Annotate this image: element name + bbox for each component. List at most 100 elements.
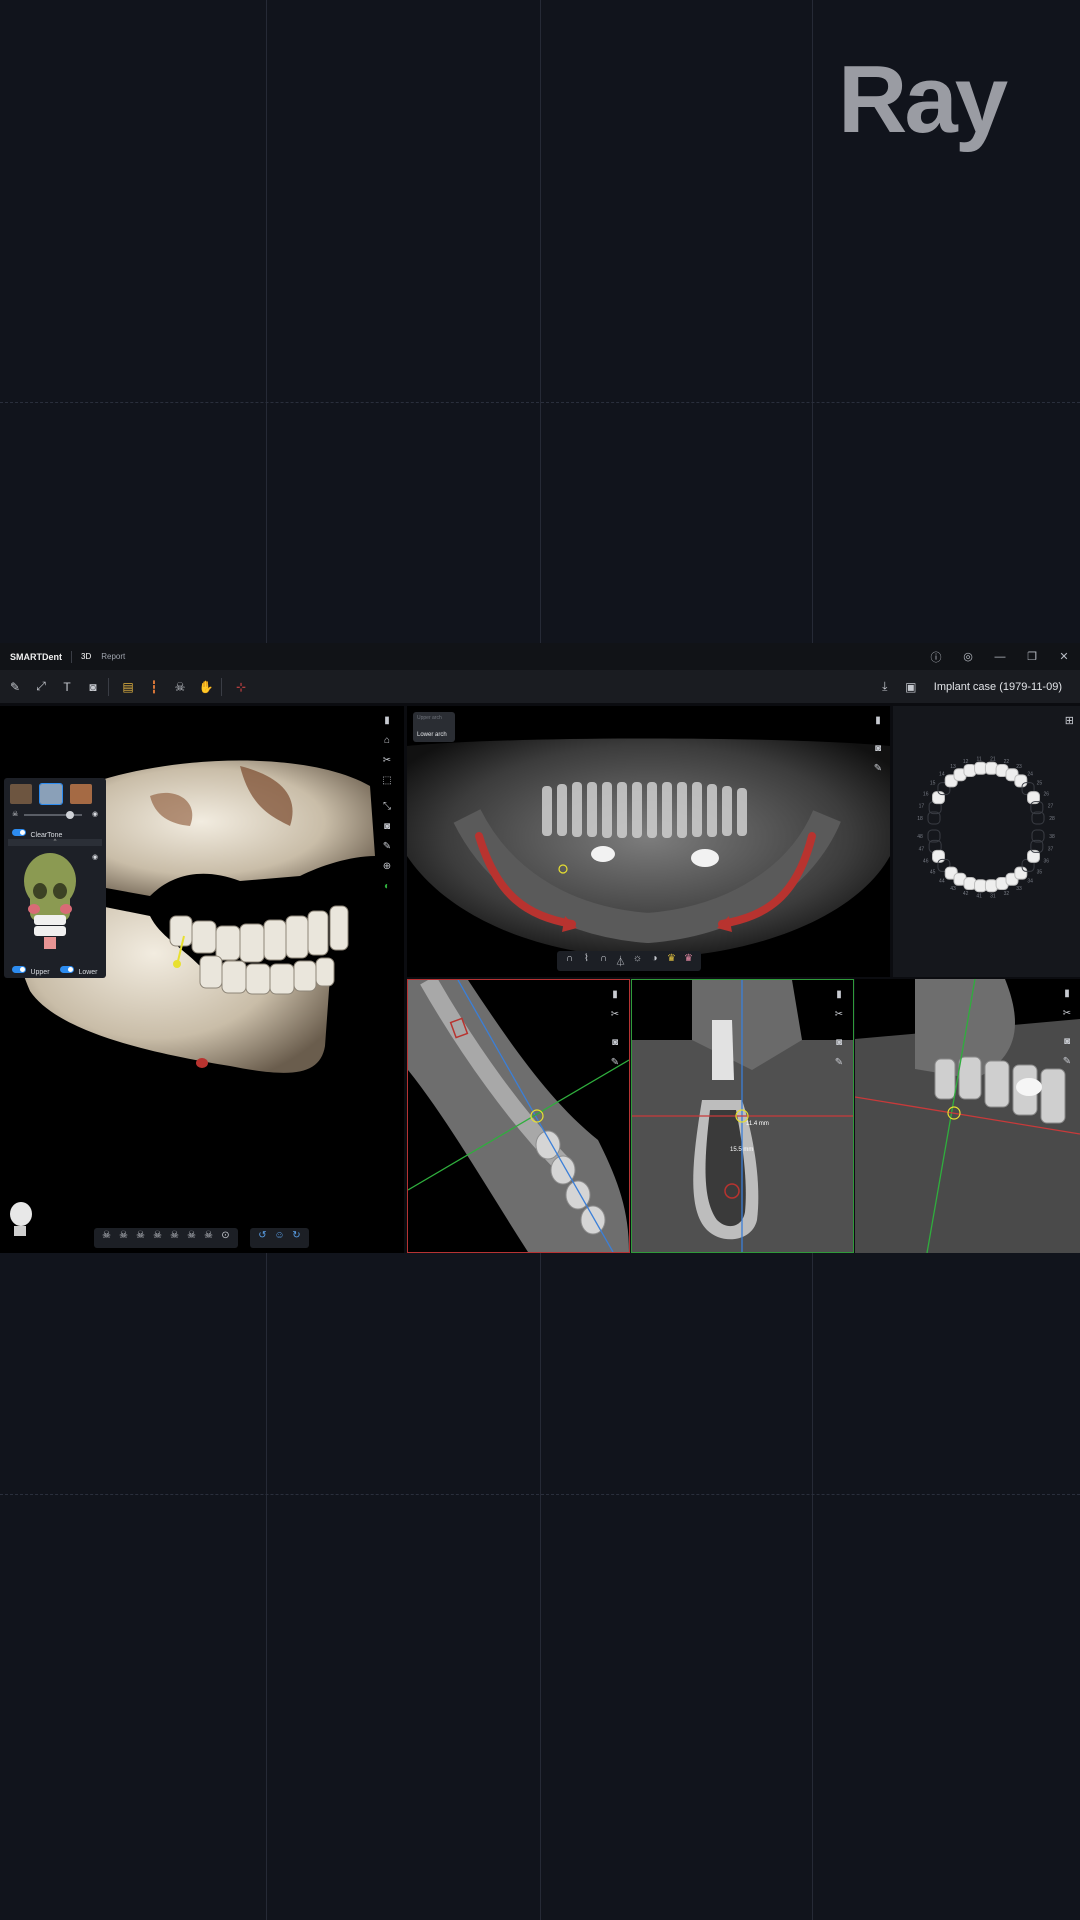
preset-skull-6-icon[interactable]: ☠ [183, 1230, 200, 1246]
cut-icon[interactable]: ✂ [1058, 1005, 1076, 1023]
rotate-right-icon[interactable]: ↻ [288, 1230, 305, 1246]
axial-view[interactable]: ▮ ✂ ◙ ✎ [855, 979, 1080, 1253]
tooth-34[interactable] [1014, 866, 1028, 880]
view-3d[interactable]: ☠ ◉ ClearTone ^ ◉ Upper Lower ▮ ⌂ ✂ ⬚ ⤡ … [0, 706, 404, 1253]
implant-icon[interactable]: ▮ [830, 986, 848, 1004]
tooth-pink-icon[interactable]: ♛ [680, 953, 697, 969]
tooth-number: 44 [939, 879, 945, 885]
camera-icon[interactable]: ◙ [830, 1034, 848, 1052]
implant-icon[interactable]: ▮ [378, 712, 396, 730]
camera-icon[interactable]: ◙ [82, 676, 104, 698]
camera-icon[interactable]: ◙ [1058, 1033, 1076, 1051]
preset-skull-2-icon[interactable]: ☠ [115, 1230, 132, 1246]
upper-toggle[interactable] [12, 966, 26, 974]
preset-skull-3-icon[interactable]: ☠ [132, 1230, 149, 1246]
rotate-left-icon[interactable]: ↺ [254, 1230, 271, 1246]
cut-icon[interactable]: ✂ [830, 1006, 848, 1024]
camera-icon[interactable]: ◙ [378, 818, 396, 836]
rotate-front-icon[interactable]: ☺ [271, 1230, 288, 1246]
fit-icon[interactable]: ⤡ [378, 798, 396, 816]
cut-icon[interactable]: ✂ [606, 1006, 624, 1024]
color-icon[interactable]: ┇ [143, 676, 165, 698]
tooth-chart: 18171615141312 11 21 22232425262728 4847464… [917, 756, 1055, 899]
main-toolbar: ✎ ⤢ T ◙ ▤ ┇ ☠ ✋ ⊹ ⤓ ▣ Implant case (1979… [0, 670, 1080, 703]
skull-icon[interactable]: ☠ [169, 676, 191, 698]
head-orientation-icon[interactable] [10, 1202, 36, 1238]
preset-thumb-1[interactable] [10, 784, 32, 804]
cross-section-view[interactable]: 11.4 mm 15.5 mm ▮ ✂ ◙ ✎ [631, 979, 854, 1253]
skull-map-icon[interactable] [20, 851, 80, 951]
tooth-number: 15 [930, 781, 936, 787]
preset-skull-5-icon[interactable]: ☠ [166, 1230, 183, 1246]
pen-icon[interactable]: ✎ [378, 838, 396, 856]
preset-reset-icon[interactable]: ⊙ [217, 1230, 234, 1246]
nerve-icon[interactable]: ⌇ [578, 953, 595, 969]
camera-icon[interactable]: ◙ [606, 1034, 624, 1052]
slider-thumb[interactable] [66, 811, 74, 819]
minimize-icon[interactable]: — [984, 651, 1016, 663]
measurement-label: 11.4 mm [746, 1121, 769, 1127]
title-bar: SMARTDent 3D Report ⓘ ◎ — ❐ ✕ [0, 643, 1080, 672]
select-icon[interactable]: ⬚ [378, 772, 396, 790]
restore-icon[interactable]: ❐ [1016, 650, 1048, 663]
brightness-icon[interactable]: ☼ [629, 953, 646, 969]
info-icon[interactable]: ⓘ [920, 649, 952, 665]
grid-line [0, 402, 1080, 403]
upper-arch-option[interactable]: Upper arch [417, 715, 442, 721]
arch-selector[interactable]: Upper arch Lower arch [413, 712, 455, 742]
preset-skull-4-icon[interactable]: ☠ [149, 1230, 166, 1246]
lower-arch-option[interactable]: Lower arch [417, 732, 447, 738]
lower-toggle[interactable] [59, 966, 74, 974]
collapse-bar[interactable]: ^ [8, 839, 102, 846]
tooth-number: 12 [963, 759, 969, 765]
tab-report[interactable]: Report [101, 648, 125, 665]
pen-icon[interactable]: ✎ [1058, 1053, 1076, 1071]
cleartone-toggle[interactable] [12, 829, 26, 837]
cross-section-view[interactable]: ▮ ✂ ◙ ✎ [407, 979, 630, 1253]
measure-icon[interactable]: ⤢ [30, 676, 52, 698]
add-tooth-icon[interactable]: ⊞ [1065, 714, 1074, 727]
measurement-label: 15.5 mm [730, 1147, 754, 1153]
save-icon[interactable]: ▣ [900, 676, 922, 698]
crown-icon[interactable]: ⌂ [378, 732, 396, 750]
tooth-41[interactable] [974, 879, 988, 893]
tooth-color-icon[interactable]: ♛ [663, 953, 680, 969]
app-window: SMARTDent 3D Report ⓘ ◎ — ❐ ✕ ✎ ⤢ T ◙ ▤ … [0, 643, 1080, 1253]
eye-icon[interactable]: ◉ [92, 810, 98, 818]
implant-icon[interactable]: ▮ [606, 986, 624, 1004]
tooth-11[interactable] [974, 761, 988, 775]
camera-icon[interactable]: ◙ [869, 740, 887, 758]
shape-icon[interactable]: ⏃ [612, 953, 629, 969]
crosshair-icon[interactable]: ⊕ [378, 858, 396, 876]
arch-icon[interactable]: ∩ [595, 953, 612, 969]
implant-icon[interactable]: ▮ [869, 712, 887, 730]
tooth-24[interactable] [1014, 774, 1028, 788]
implant-icon[interactable]: ▮ [1058, 985, 1076, 1003]
close-icon[interactable]: ✕ [1048, 650, 1080, 663]
preset-skull-7-icon[interactable]: ☠ [200, 1230, 217, 1246]
preset-thumb-2[interactable] [39, 783, 63, 805]
pen-icon[interactable]: ✎ [606, 1054, 624, 1072]
tab-3d[interactable]: 3D [77, 648, 95, 672]
skull-small-icon: ☠ [12, 811, 19, 818]
preset-thumb-3[interactable] [70, 784, 92, 804]
panorama-view[interactable]: Upper arch Lower arch ▮ ◙ ✎ ∩ ⌇ ∩ ⏃ ☼ ◑ … [407, 706, 890, 977]
cut-icon[interactable]: ✂ [378, 752, 396, 770]
orientation-icon[interactable]: ◐ [378, 878, 396, 896]
contrast-icon[interactable]: ◑ [646, 953, 663, 969]
draw-icon[interactable]: ✎ [4, 676, 26, 698]
pen-icon[interactable]: ✎ [869, 760, 887, 778]
arch-curve-icon[interactable]: ∩ [561, 953, 578, 969]
hand-icon[interactable]: ✋ [195, 676, 217, 698]
settings-icon[interactable]: ◎ [952, 650, 984, 663]
opacity-slider[interactable] [24, 811, 82, 819]
layers-icon[interactable]: ▤ [117, 676, 139, 698]
text-icon[interactable]: T [56, 676, 78, 698]
tooth-number: 16 [923, 792, 929, 798]
map-eye-icon[interactable]: ◉ [92, 853, 98, 861]
implant-marker [173, 960, 181, 968]
download-icon[interactable]: ⤓ [874, 676, 896, 698]
pen-icon[interactable]: ✎ [830, 1054, 848, 1072]
axis-icon[interactable]: ⊹ [230, 676, 252, 698]
preset-skull-1-icon[interactable]: ☠ [98, 1230, 115, 1246]
